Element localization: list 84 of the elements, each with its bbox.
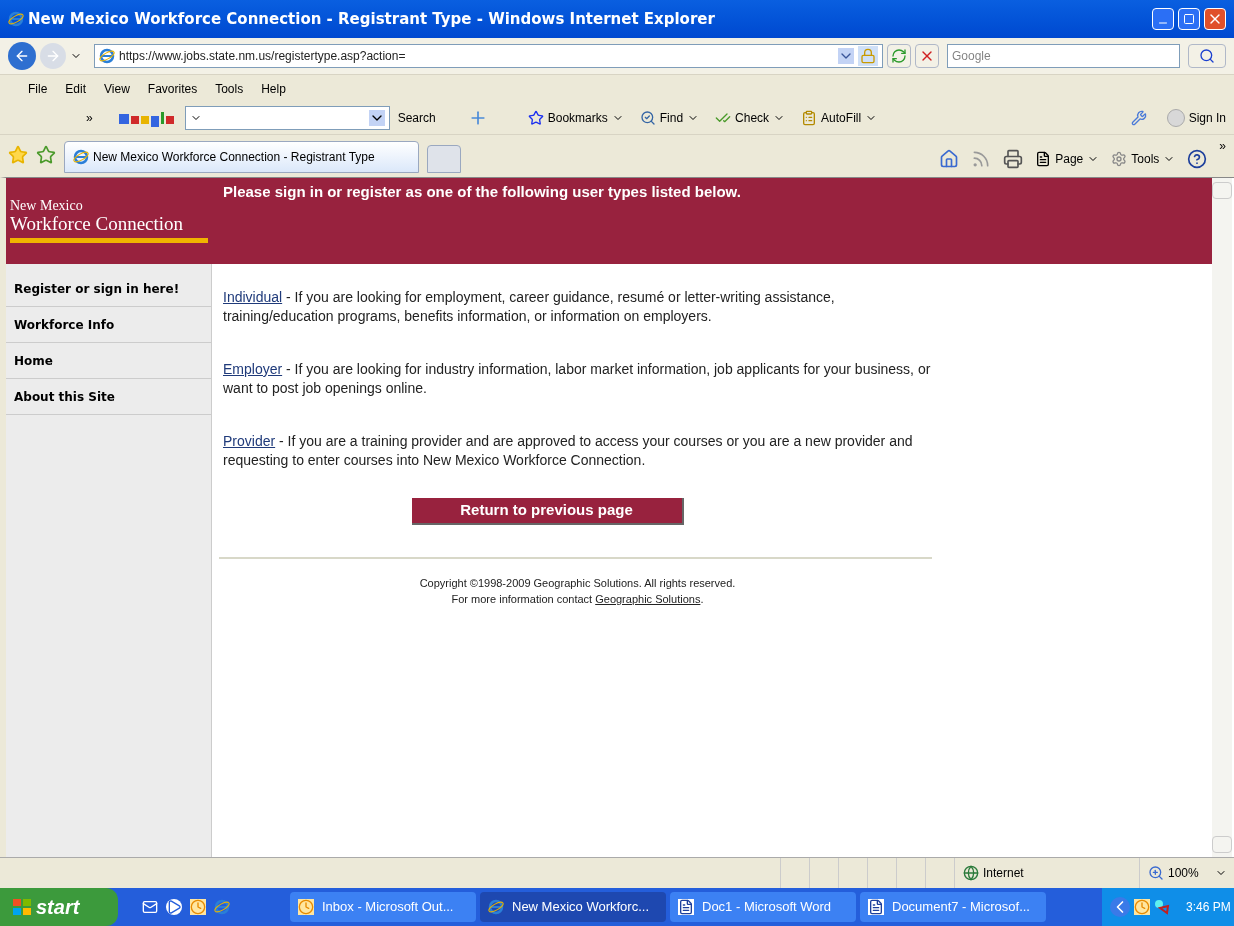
- document-icon: [678, 899, 694, 915]
- option-description: Employer - If you are looking for industry information, labor market information, job applicants for your business, or want to post job openings online.: [223, 360, 932, 398]
- menu-item[interactable]: Favorites: [147, 79, 198, 98]
- add-favorite-icon[interactable]: [36, 145, 56, 165]
- sidebar-item[interactable]: Register or sign in here!: [6, 271, 211, 307]
- gear-icon: [1111, 151, 1128, 167]
- zoom-icon: [1148, 865, 1164, 881]
- home-icon[interactable]: [939, 149, 960, 169]
- contact-text: For more information contact Geographic Solutions.: [451, 592, 704, 607]
- header-text: Please sign in or register as one of the following user types listed below.: [222, 182, 741, 202]
- wrench-icon[interactable]: [1130, 110, 1147, 126]
- menu-item[interactable]: View: [104, 79, 130, 98]
- browser-icon: [73, 149, 89, 165]
- option-description: Individual - If you are looking for employment, career guidance, resumé or letter-writing assistance, training/education programs, benefits information, or information on employers.: [223, 288, 836, 326]
- copyright-text: Copyright ©1998-2009 Geographic Solutions. All rights reserved.: [419, 576, 736, 591]
- windows-logo: [12, 897, 32, 917]
- document-icon: [868, 899, 884, 915]
- menu-item[interactable]: Tools: [215, 79, 244, 98]
- chevron-more[interactable]: »: [1219, 137, 1226, 155]
- print-icon[interactable]: [1003, 149, 1024, 169]
- page-icon: [99, 48, 115, 64]
- menu-item[interactable]: File: [28, 79, 48, 98]
- minimize-button[interactable]: [1152, 8, 1174, 30]
- clock-icon: [298, 899, 314, 915]
- expand-icon[interactable]: [1110, 897, 1130, 917]
- page-icon: [1035, 151, 1052, 167]
- notepad-icon: [801, 110, 818, 126]
- sign-in-button[interactable]: Sign In: [1166, 109, 1226, 127]
- return-button[interactable]: Return to previous page: [411, 498, 684, 525]
- option-link[interactable]: Individual: [223, 289, 283, 305]
- scrollbar[interactable]: [1212, 178, 1232, 857]
- tools-menu[interactable]: Tools: [1111, 150, 1176, 168]
- refresh-icon: [891, 48, 907, 64]
- dropdown-icon[interactable]: [368, 110, 385, 126]
- browser-icon: [8, 11, 24, 27]
- back-button[interactable]: [8, 42, 36, 70]
- forward-arrow-icon: [45, 48, 61, 64]
- media-player-icon[interactable]: [166, 899, 182, 915]
- toolbar-button[interactable]: Check: [715, 109, 786, 127]
- globe-icon: [963, 865, 979, 881]
- toolbar-button[interactable]: Bookmarks: [527, 109, 624, 127]
- clock-text: 3:46 PM: [1186, 899, 1231, 916]
- toolbar-button[interactable]: Find: [639, 109, 700, 127]
- search-label[interactable]: Search: [397, 109, 436, 127]
- restore-icon: [1183, 13, 1195, 25]
- site-logo: New Mexico Workforce Connection: [10, 198, 212, 243]
- search-field[interactable]: Google: [947, 44, 1180, 68]
- restore-button[interactable]: [1178, 8, 1200, 30]
- search-button[interactable]: [1188, 44, 1226, 68]
- option-link[interactable]: Employer: [223, 361, 283, 377]
- window-title: New Mexico Workforce Connection - Registrant Type - Windows Internet Explorer: [28, 8, 716, 30]
- toolbar-button[interactable]: AutoFill: [801, 109, 878, 127]
- sidebar-item[interactable]: Workforce Info: [6, 307, 211, 343]
- page-menu[interactable]: Page: [1035, 150, 1100, 168]
- option-description: Provider - If you are a training provider and are approved to access your courses or you are a new provider and requesting to enter courses into New Mexico Workforce Connection.: [223, 432, 914, 470]
- avatar-icon: [1166, 109, 1185, 127]
- menu-item[interactable]: Edit: [65, 79, 87, 98]
- taskbar-button[interactable]: Doc1 - Microsoft Word: [670, 892, 856, 922]
- taskbar-button[interactable]: Inbox - Microsoft Out...: [290, 892, 476, 922]
- sidebar-item[interactable]: Home: [6, 343, 211, 379]
- clock-icon[interactable]: [190, 899, 206, 915]
- magnifier-icon: [639, 110, 656, 126]
- mail-icon[interactable]: [142, 899, 158, 915]
- url-text: https://www.jobs.state.nm.us/registertype.asp?action=: [119, 48, 407, 65]
- stop-button[interactable]: [915, 44, 939, 68]
- close-button[interactable]: [1204, 8, 1226, 30]
- favorites-star-icon[interactable]: [8, 145, 28, 165]
- browser-tab[interactable]: New Mexico Workforce Connection - Registrant Type: [64, 141, 419, 173]
- clock-icon[interactable]: [1134, 899, 1150, 915]
- google-search-field[interactable]: [184, 106, 390, 130]
- help-icon[interactable]: [1187, 149, 1208, 169]
- chevron-more[interactable]: »: [86, 109, 93, 127]
- sidebar-item[interactable]: About this Site: [6, 379, 211, 415]
- taskbar-button[interactable]: Document7 - Microsof...: [860, 892, 1046, 922]
- taskbar-button[interactable]: New Mexico Workforc...: [480, 892, 666, 922]
- search-icon: [1199, 48, 1215, 64]
- start-button[interactable]: start: [0, 888, 118, 926]
- zone-text: Internet: [983, 865, 1024, 882]
- option-link[interactable]: Provider: [223, 433, 276, 449]
- browser-icon: [488, 899, 504, 915]
- star-icon: [527, 110, 544, 126]
- browser-icon: [214, 899, 230, 915]
- menu-item[interactable]: Help: [261, 79, 286, 98]
- refresh-button[interactable]: [887, 44, 911, 68]
